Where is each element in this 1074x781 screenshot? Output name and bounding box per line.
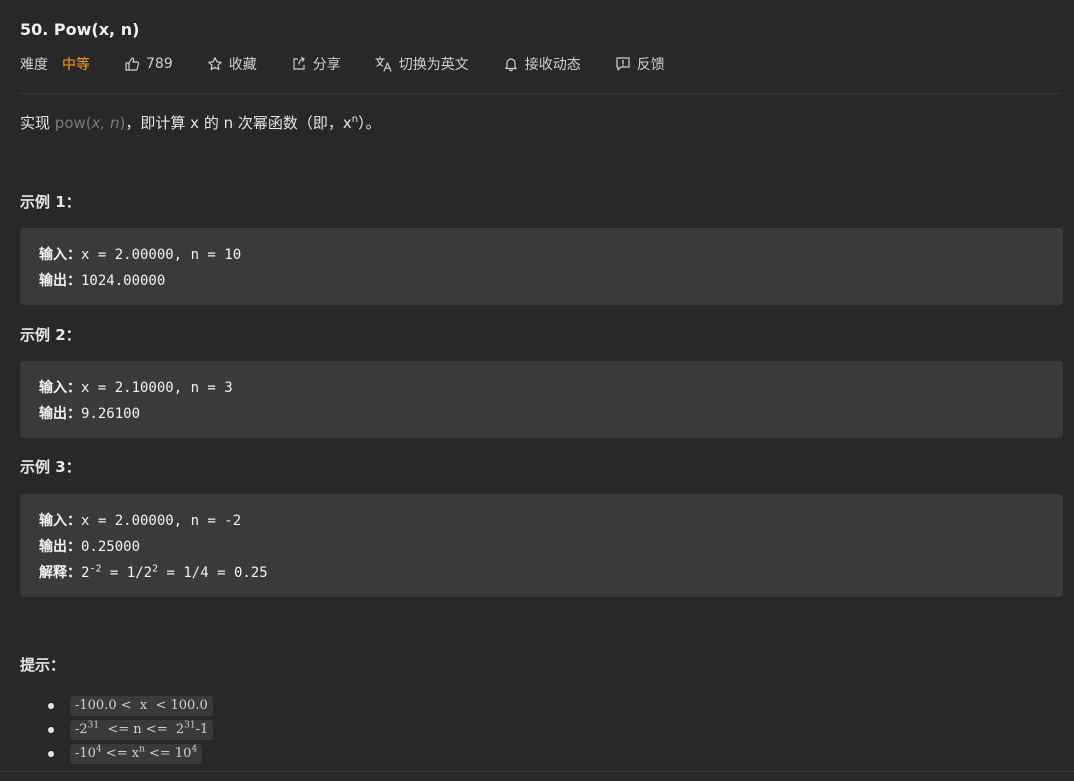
like-button[interactable]: 789 [124, 56, 173, 72]
input-value: x = 2.00000, n = 10 [81, 247, 242, 263]
example-3-explanation: 解释：2-2 = 1/22 = 1/4 = 0.25 [39, 562, 268, 582]
star-icon [207, 57, 222, 71]
switch-language-button[interactable]: 切换为英文 [375, 54, 469, 74]
hint-2-part: <= n <= 2 [99, 722, 185, 737]
difficulty-label: 难度 [20, 57, 48, 73]
bullet-icon [48, 727, 54, 733]
function-name: pow( [54, 114, 92, 132]
translate-icon [375, 56, 392, 72]
hint-item: -100.0 < x < 100.0 [48, 694, 213, 718]
hint-item: -231 <= n <= 231-1 [48, 718, 214, 742]
output-label: 输出： [39, 273, 81, 289]
subscribe-button[interactable]: 接收动态 [503, 54, 581, 74]
example-1-block: 输入：x = 2.00000, n = 10 输出：1024.00000 [20, 228, 1063, 305]
hint-3-part: -10 [75, 746, 96, 761]
bullet-icon [48, 751, 54, 757]
example-2-input: 输入：x = 2.10000, n = 3 [39, 377, 233, 397]
hint-item: -104 <= xn <= 104 [48, 742, 213, 766]
hint-2-code: -231 <= n <= 231-1 [70, 720, 214, 740]
header-divider [20, 93, 1060, 94]
like-count: 789 [146, 56, 173, 72]
feedback-label: 反馈 [636, 57, 665, 73]
output-value: 9.26100 [81, 406, 141, 422]
problem-title: 50. Pow(x, n) [20, 20, 140, 39]
hint-2-sup: 31 [87, 720, 100, 731]
favorite-button[interactable]: 收藏 [207, 54, 257, 74]
explain-label: 解释： [39, 565, 81, 581]
hint-2-sup: 31 [184, 720, 196, 731]
output-label: 输出： [39, 539, 81, 555]
description-prefix: 实现 [20, 114, 51, 132]
explain-middle: = 1/2 [101, 565, 153, 581]
hint-3-part: <= 10 [144, 746, 192, 761]
hint-3-part: <= x [101, 746, 140, 761]
hint-2-part: -2 [75, 722, 88, 737]
problem-description: 实现 pow(x, n)，即计算 x 的 n 次幂函数（即，xn）。 [20, 112, 381, 133]
subscribe-label: 接收动态 [524, 57, 581, 73]
function-args: x, n [91, 114, 120, 132]
bullet-icon [48, 703, 54, 709]
feedback-icon [616, 57, 630, 71]
explain-exponent: -2 [89, 563, 102, 575]
share-button[interactable]: 分享 [291, 54, 341, 74]
hint-1-code: -100.0 < x < 100.0 [70, 696, 213, 716]
description-middle: ，即计算 x 的 n 次幂函数（即，x [125, 114, 352, 132]
input-label: 输入： [39, 247, 81, 263]
example-3-output: 输出：0.25000 [39, 536, 140, 556]
switch-language-label: 切换为英文 [398, 57, 469, 73]
example-1-input: 输入：x = 2.00000, n = 10 [39, 244, 241, 264]
bell-icon [504, 58, 517, 72]
hint-3-sup: 4 [191, 744, 198, 755]
input-label: 输入： [39, 513, 81, 529]
example-3-input: 输入：x = 2.00000, n = -2 [39, 510, 241, 530]
explain-end: = 1/4 = 0.25 [158, 565, 268, 581]
hint-3-code: -104 <= xn <= 104 [70, 744, 203, 764]
hints-title: 提示： [20, 656, 66, 674]
hints-list: -100.0 < x < 100.0 -231 <= n <= 231-1 -1… [48, 694, 214, 766]
example-1-output: 输出：1024.00000 [39, 270, 165, 290]
share-label: 分享 [312, 57, 341, 73]
difficulty-badge: 中等 [62, 57, 90, 73]
output-value: 1024.00000 [81, 273, 166, 289]
example-1-title: 示例 1： [20, 193, 81, 211]
function-signature: pow(x, n) [55, 114, 126, 132]
share-icon [293, 56, 305, 70]
example-2-title: 示例 2： [20, 326, 81, 344]
bottom-divider [0, 771, 1074, 772]
thumbs-up-icon [125, 57, 140, 71]
output-label: 输出： [39, 406, 81, 422]
input-label: 输入： [39, 380, 81, 396]
output-value: 0.25000 [81, 539, 141, 555]
feedback-button[interactable]: 反馈 [615, 54, 665, 74]
favorite-label: 收藏 [228, 57, 257, 73]
example-3-title: 示例 3： [20, 458, 81, 476]
example-2-output: 输出：9.26100 [39, 403, 140, 423]
example-2-block: 输入：x = 2.10000, n = 3 输出：9.26100 [20, 361, 1063, 438]
example-3-block: 输入：x = 2.00000, n = -2 输出：0.25000 解释：2-2… [20, 494, 1063, 597]
description-suffix: ）。 [358, 114, 381, 132]
input-value: x = 2.00000, n = -2 [81, 513, 242, 529]
input-value: x = 2.10000, n = 3 [81, 380, 233, 396]
hint-2-part: -1 [195, 722, 209, 737]
problem-meta-bar: 难度 中等 789 收藏 分享 切换为英文 接收动态 反馈 [20, 54, 699, 74]
